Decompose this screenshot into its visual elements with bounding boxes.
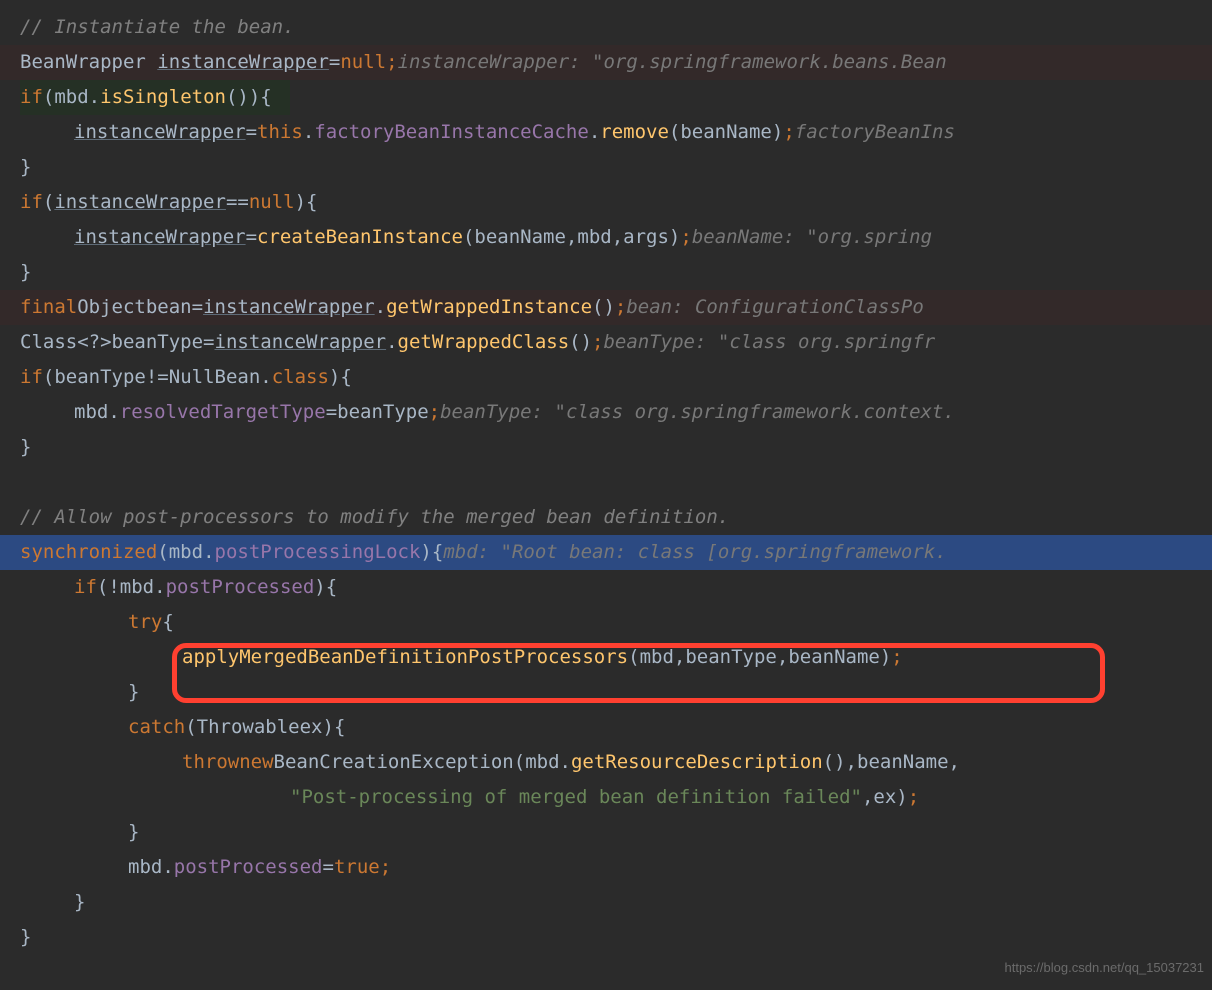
debug-inlay: bean: ConfigurationClassPo — [626, 290, 923, 325]
code-line — [20, 465, 1212, 500]
code-line: throw new BeanCreationException ( mbd . … — [20, 745, 1212, 780]
code-line: catch ( Throwable ex ) { — [20, 710, 1212, 745]
debug-inlay: beanType: "class org.springframework.con… — [440, 395, 955, 430]
code-line: mbd . postProcessed = true ; — [20, 850, 1212, 885]
code-line: } — [20, 675, 1212, 710]
debug-inlay: mbd: "Root bean: class [org.springframew… — [443, 535, 946, 570]
watermark: https://blog.csdn.net/qq_15037231 — [1005, 950, 1205, 985]
comment: // Allow post-processors to modify the m… — [20, 500, 729, 535]
code-line: // Instantiate the bean. — [20, 10, 1212, 45]
code-line: final Object bean = instanceWrapper . ge… — [0, 290, 1212, 325]
code-line: if ( ! mbd . postProcessed ) { — [20, 570, 1212, 605]
type: BeanWrapper — [20, 45, 146, 80]
debug-inlay: beanName: "org.spring — [692, 220, 932, 255]
variable: instanceWrapper — [157, 45, 329, 80]
code-line: } — [20, 255, 1212, 290]
code-line: try { — [20, 605, 1212, 640]
code-line: if ( mbd . isSingleton ()) { — [20, 80, 1212, 115]
debug-inlay: factoryBeanIns — [795, 115, 955, 150]
code-line: if ( beanType != NullBean . class ) { — [20, 360, 1212, 395]
code-editor[interactable]: // Instantiate the bean. BeanWrapper ins… — [0, 0, 1212, 955]
code-line: Class <?> beanType = instanceWrapper . g… — [20, 325, 1212, 360]
code-line: "Post-processing of merged bean definiti… — [20, 780, 1212, 815]
code-line: } — [20, 815, 1212, 850]
code-line: } — [20, 150, 1212, 185]
debug-inlay: beanType: "class org.springfr — [603, 325, 935, 360]
code-line: instanceWrapper = createBeanInstance ( b… — [20, 220, 1212, 255]
code-line: } — [20, 885, 1212, 920]
code-line: if ( instanceWrapper == null ) { — [20, 185, 1212, 220]
code-line: // Allow post-processors to modify the m… — [20, 500, 1212, 535]
code-line: BeanWrapper instanceWrapper = null ; ins… — [0, 45, 1212, 80]
comment: // Instantiate the bean. — [20, 10, 295, 45]
debug-inlay: instanceWrapper: "org.springframework.be… — [398, 45, 947, 80]
code-line: mbd . resolvedTargetType = beanType ; be… — [20, 395, 1212, 430]
highlighted-call: applyMergedBeanDefinitionPostProcessors … — [20, 640, 1212, 675]
code-line: } — [20, 430, 1212, 465]
code-line: instanceWrapper = this . factoryBeanInst… — [20, 115, 1212, 150]
current-execution-line: synchronized ( mbd . postProcessingLock … — [0, 535, 1212, 570]
